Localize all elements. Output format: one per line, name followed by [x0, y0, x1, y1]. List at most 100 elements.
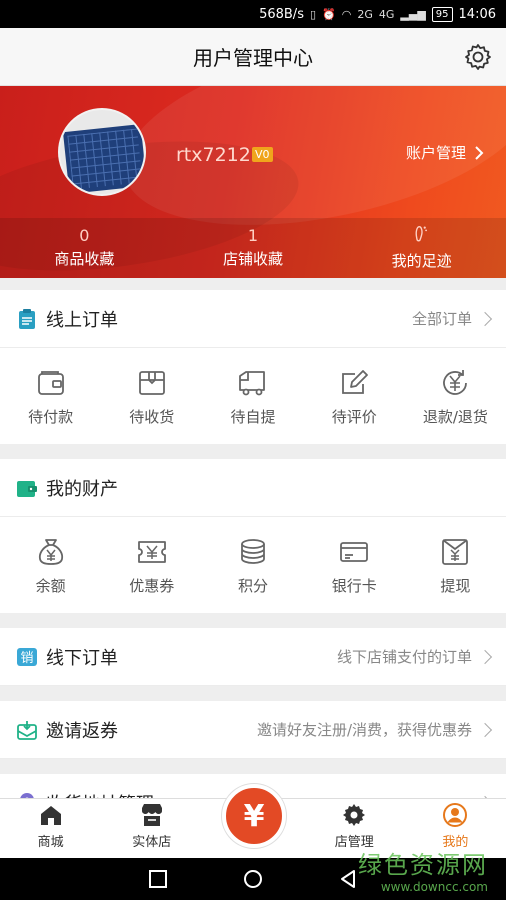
online-orders-card: 线上订单 全部订单 待付款 待收货 待自提 待评价 退款/退货 — [0, 290, 506, 444]
asset-withdraw[interactable]: 提现 — [405, 517, 506, 613]
footprint-icon — [415, 226, 427, 242]
order-status-label: 待评价 — [331, 407, 377, 426]
order-status-label: 待自提 — [230, 407, 276, 426]
signal-icon: ▂▄▆ — [400, 7, 426, 21]
coupon-icon — [137, 540, 166, 563]
assets-grid: 余额 优惠券 积分 银行卡 提现 — [0, 517, 506, 613]
store-icon — [141, 804, 162, 826]
gear-icon[interactable] — [462, 41, 494, 73]
order-pending-receipt[interactable]: 待收货 — [101, 348, 202, 444]
profile-banner: rtx7212 V0 账户管理 0 商品收藏 1 店铺收藏 我的足迹 — [0, 86, 506, 278]
assets-card: 我的财产 余额 优惠券 积分 银行卡 提现 — [0, 459, 506, 613]
asset-label: 银行卡 — [331, 576, 377, 595]
avatar[interactable] — [58, 108, 146, 196]
stat-shop-favorites[interactable]: 1 店铺收藏 — [169, 218, 338, 278]
gear-icon — [343, 804, 366, 826]
vip-badge: V0 — [252, 147, 273, 162]
order-pending-review[interactable]: 待评价 — [304, 348, 405, 444]
asset-points[interactable]: 积分 — [202, 517, 303, 613]
svg-text:销: 销 — [20, 651, 33, 666]
chevron-right-icon — [475, 145, 484, 160]
package-icon — [138, 370, 165, 395]
section-title: 我的财产 — [46, 478, 118, 500]
invite-icon — [16, 719, 38, 741]
wallet-color-icon — [16, 477, 38, 499]
clock: 14:06 — [458, 6, 496, 22]
network-type-4g: 4G — [378, 7, 395, 21]
page-title: 用户管理中心 — [193, 46, 313, 70]
invite-card: 邀请返券 邀请好友注册/消费，获得优惠券 — [0, 701, 506, 759]
tab-mall[interactable]: 商城 — [0, 799, 101, 858]
system-nav-bar — [0, 858, 506, 900]
stat-my-footprints[interactable]: 我的足迹 — [337, 218, 506, 278]
tab-label: 店管理 — [334, 835, 374, 850]
order-status-grid: 待付款 待收货 待自提 待评价 退款/退货 — [0, 348, 506, 444]
page-header: 用户管理中心 — [0, 28, 506, 86]
money-bag-icon — [38, 538, 63, 565]
asset-coupons[interactable]: 优惠券 — [101, 517, 202, 613]
all-orders-link[interactable]: 全部订单 — [412, 308, 472, 329]
asset-bank-card[interactable]: 银行卡 — [304, 517, 405, 613]
tab-physical-store[interactable]: 实体店 — [101, 799, 202, 858]
network-speed: 568B/s — [259, 6, 304, 22]
asset-label: 余额 — [35, 576, 66, 595]
bank-card-icon — [340, 541, 369, 562]
order-status-label: 退款/退货 — [422, 407, 488, 426]
order-pending-payment[interactable]: 待付款 — [0, 348, 101, 444]
asset-label: 优惠券 — [129, 576, 175, 595]
stat-label: 店铺收藏 — [223, 250, 284, 268]
recents-icon[interactable] — [147, 868, 169, 890]
account-management-label: 账户管理 — [405, 144, 466, 162]
section-hint: 线下店铺支付的订单 — [336, 648, 472, 666]
tab-store-management[interactable]: 店管理 — [304, 799, 405, 858]
tab-label: 实体店 — [132, 835, 172, 850]
vibrate-icon: ▯ — [309, 7, 317, 21]
invite-row[interactable]: 邀请返券 邀请好友注册/消费，获得优惠券 — [0, 701, 506, 759]
stats-bar: 0 商品收藏 1 店铺收藏 我的足迹 — [0, 218, 506, 278]
truck-icon — [239, 370, 265, 395]
network-type-2g: 2G — [357, 7, 373, 21]
stat-product-favorites[interactable]: 0 商品收藏 — [0, 218, 169, 278]
home-icon — [40, 806, 61, 825]
home-circle-icon[interactable] — [242, 868, 264, 890]
wallet-icon — [37, 370, 64, 395]
yuan-center-button[interactable]: ¥ — [222, 784, 286, 848]
alarm-icon: ⏰ — [322, 7, 336, 21]
battery-indicator: 95 — [431, 6, 453, 22]
tab-label: 商城 — [37, 835, 64, 850]
account-management-button[interactable]: 账户管理 — [406, 142, 484, 163]
section-title: 线下订单 — [46, 647, 118, 669]
edit-icon — [342, 369, 369, 394]
section-title: 线上订单 — [46, 309, 118, 331]
asset-label: 提现 — [440, 576, 471, 595]
section-title: 邀请返券 — [46, 720, 118, 742]
order-pending-pickup[interactable]: 待自提 — [202, 348, 303, 444]
user-icon — [443, 803, 468, 827]
back-icon[interactable] — [337, 868, 359, 890]
offline-orders-row[interactable]: 销 线下订单 线下店铺支付的订单 — [0, 628, 506, 686]
coins-icon — [241, 538, 265, 564]
stat-label: 我的足迹 — [391, 252, 452, 270]
assets-header[interactable]: 我的财产 — [0, 459, 506, 517]
tab-mine[interactable]: 我的 — [405, 799, 506, 858]
chevron-right-icon — [477, 722, 493, 737]
refund-icon — [443, 369, 468, 395]
online-orders-header[interactable]: 线上订单 全部订单 — [0, 290, 506, 348]
order-refund-return[interactable]: 退款/退货 — [405, 348, 506, 444]
clipboard-icon — [16, 308, 38, 330]
order-status-label: 待收货 — [129, 407, 175, 426]
stat-label: 商品收藏 — [54, 250, 115, 268]
stat-value: 0 — [79, 226, 90, 245]
username: rtx7212 — [176, 144, 251, 166]
sales-tag-icon: 销 — [16, 646, 38, 668]
section-hint: 邀请好友注册/消费，获得优惠券 — [256, 721, 472, 739]
order-status-label: 待付款 — [28, 407, 74, 426]
status-bar: 568B/s ▯ ⏰ ◠ 2G 4G ▂▄▆ 95 14:06 — [0, 0, 506, 28]
wifi-icon: ◠ — [341, 7, 352, 21]
tab-label: 我的 — [442, 835, 469, 850]
stat-value: 1 — [247, 226, 259, 245]
asset-balance[interactable]: 余额 — [0, 517, 101, 613]
withdraw-icon — [442, 538, 469, 565]
offline-orders-card: 销 线下订单 线下店铺支付的订单 — [0, 628, 506, 686]
asset-label: 积分 — [238, 576, 269, 595]
